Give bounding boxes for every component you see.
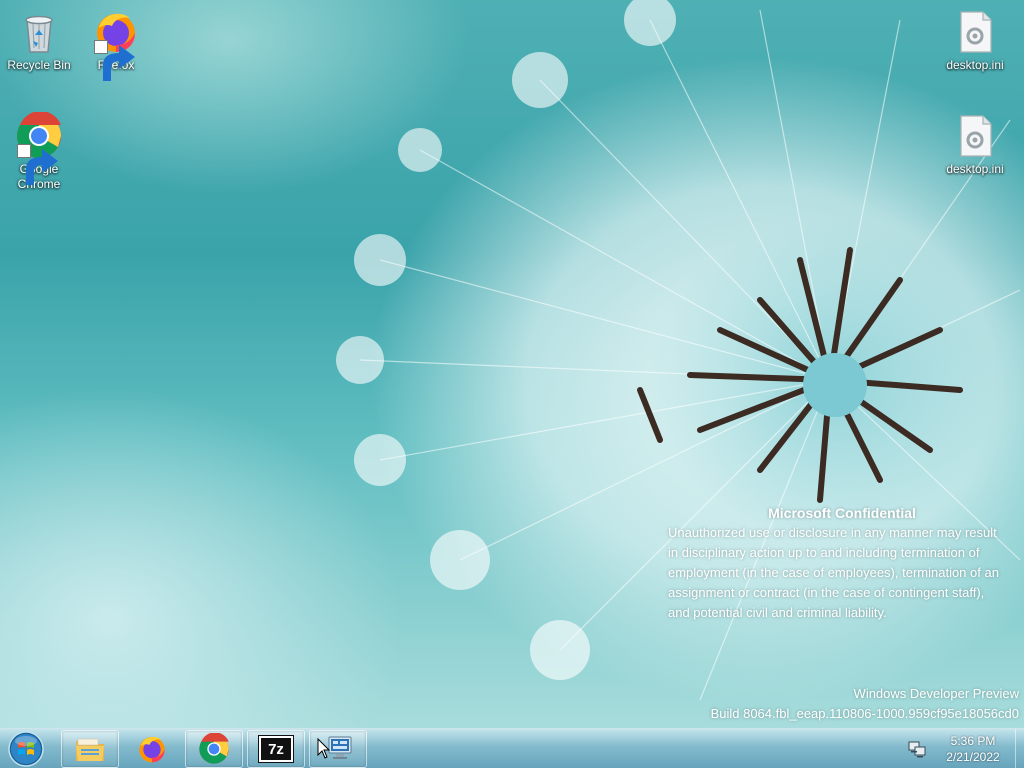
confidential-title: Microsoft Confidential (768, 505, 916, 521)
windows-orb-icon (8, 731, 44, 767)
clock-time: 5:36 PM (950, 734, 996, 748)
7zip-icon-text: 7z (268, 740, 284, 758)
shortcut-arrow-icon (94, 40, 135, 81)
desktop-icon-google-chrome[interactable]: Google Chrome (1, 112, 77, 192)
mouse-cursor-icon (317, 738, 331, 759)
show-desktop-button[interactable] (1015, 729, 1024, 769)
confidential-watermark: Microsoft Confidential Unauthorized use … (668, 505, 1018, 623)
build-watermark: Windows Developer Preview Build 8064.fbl… (711, 684, 1019, 724)
7zip-icon: 7z (258, 735, 294, 763)
system-tray: 5:36 PM 2/21/2022 (894, 729, 1024, 769)
desktop-icon-firefox[interactable]: Firefox (78, 8, 154, 81)
taskbar: 7z 5:36 PM 2/21/2022 (0, 728, 1024, 769)
shortcut-arrow-icon (17, 144, 58, 185)
start-button[interactable] (4, 730, 48, 768)
desktop-icon-label: Recycle Bin (7, 58, 71, 72)
desktop-wallpaper[interactable]: Recycle Bin Firefox Google Chrome deskto… (0, 0, 1024, 728)
chrome-icon (199, 733, 229, 764)
recycle-bin-icon (25, 15, 53, 53)
desktop-icon-label: desktop.ini (946, 162, 1004, 176)
ini-file-icon (960, 11, 992, 53)
taskbar-7zip-button[interactable]: 7z (247, 730, 305, 768)
firefox-icon (139, 736, 165, 763)
taskbar-chrome-button[interactable] (185, 730, 243, 768)
taskbar-clock[interactable]: 5:36 PM 2/21/2022 (928, 733, 1018, 765)
build-edition: Windows Developer Preview (853, 686, 1019, 701)
taskbar-firefox-button[interactable] (123, 730, 181, 768)
clock-date: 2/21/2022 (946, 750, 1000, 764)
desktop-icon-desktop-ini[interactable]: desktop.ini (937, 8, 1013, 73)
network-icon[interactable] (908, 740, 926, 758)
taskbar-file-explorer-button[interactable] (61, 730, 119, 768)
desktop-icon-desktop-ini-2[interactable]: desktop.ini (937, 112, 1013, 177)
ini-file-icon (960, 115, 992, 157)
build-string: Build 8064.fbl_eeap.110806-1000.959cf95e… (710, 706, 1019, 721)
desktop-icon-label: desktop.ini (946, 58, 1004, 72)
desktop-icon-recycle-bin[interactable]: Recycle Bin (1, 8, 77, 73)
file-explorer-icon (76, 738, 104, 761)
confidential-body: Unauthorized use or disclosure in any ma… (668, 525, 999, 620)
